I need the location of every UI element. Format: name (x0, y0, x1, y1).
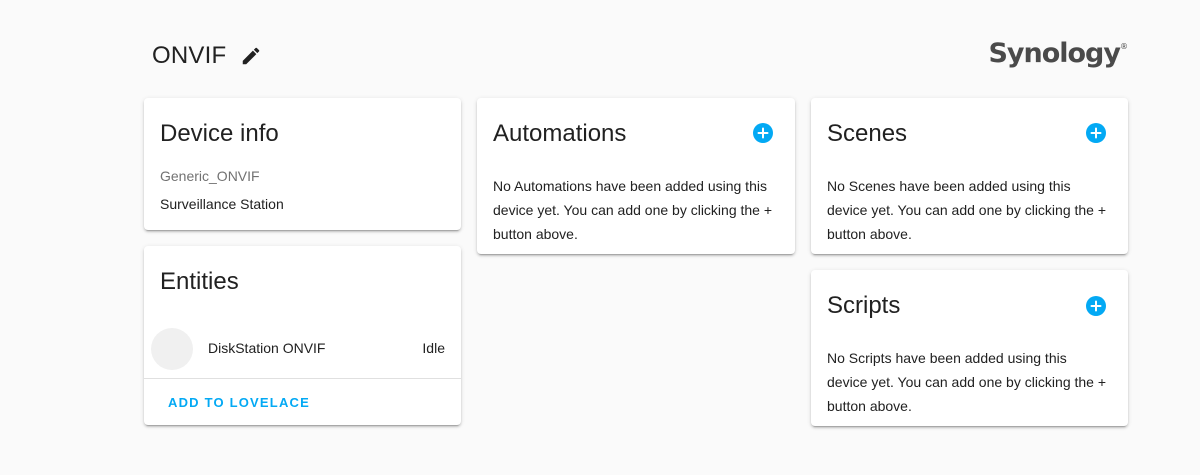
add-script-button[interactable] (1086, 296, 1106, 316)
brand-logo: Synology® (988, 38, 1128, 69)
automations-title: Automations (493, 120, 627, 147)
entity-row[interactable]: DiskStation ONVIF Idle (144, 328, 461, 370)
scripts-card: Scripts No Scripts have been added using… (811, 270, 1128, 426)
entity-avatar (151, 328, 193, 370)
device-info-card: Device info Generic_ONVIF Surveillance S… (144, 98, 461, 230)
scenes-title: Scenes (827, 120, 908, 147)
entity-state: Idle (422, 340, 445, 356)
brand-name: Synology (988, 38, 1121, 69)
add-automation-button[interactable] (753, 123, 773, 143)
automations-card: Automations No Automations have been add… (477, 98, 795, 254)
entities-title: Entities (160, 268, 239, 295)
device-model: Generic_ONVIF (160, 168, 260, 184)
plus-icon (1090, 127, 1102, 139)
entities-divider (144, 378, 461, 379)
add-to-lovelace-button[interactable]: ADD TO LOVELACE (168, 395, 310, 410)
pencil-icon[interactable] (240, 45, 262, 67)
plus-icon (757, 127, 769, 139)
scripts-title: Scripts (827, 292, 901, 319)
device-manufacturer: Surveillance Station (160, 196, 284, 212)
add-scene-button[interactable] (1086, 123, 1106, 143)
scenes-empty-text: No Scenes have been added using this dev… (827, 178, 1107, 242)
registered-mark: ® (1120, 42, 1128, 51)
automations-empty-text: No Automations have been added using thi… (493, 178, 773, 242)
device-info-title: Device info (160, 120, 279, 147)
entities-card: Entities DiskStation ONVIF Idle ADD TO L… (144, 246, 461, 425)
scenes-card: Scenes No Scenes have been added using t… (811, 98, 1128, 254)
page-title: ONVIF (152, 42, 227, 69)
page-header: ONVIF (152, 42, 262, 70)
entity-name: DiskStation ONVIF (208, 340, 326, 356)
plus-icon (1090, 300, 1102, 312)
scripts-empty-text: No Scripts have been added using this de… (827, 350, 1107, 414)
